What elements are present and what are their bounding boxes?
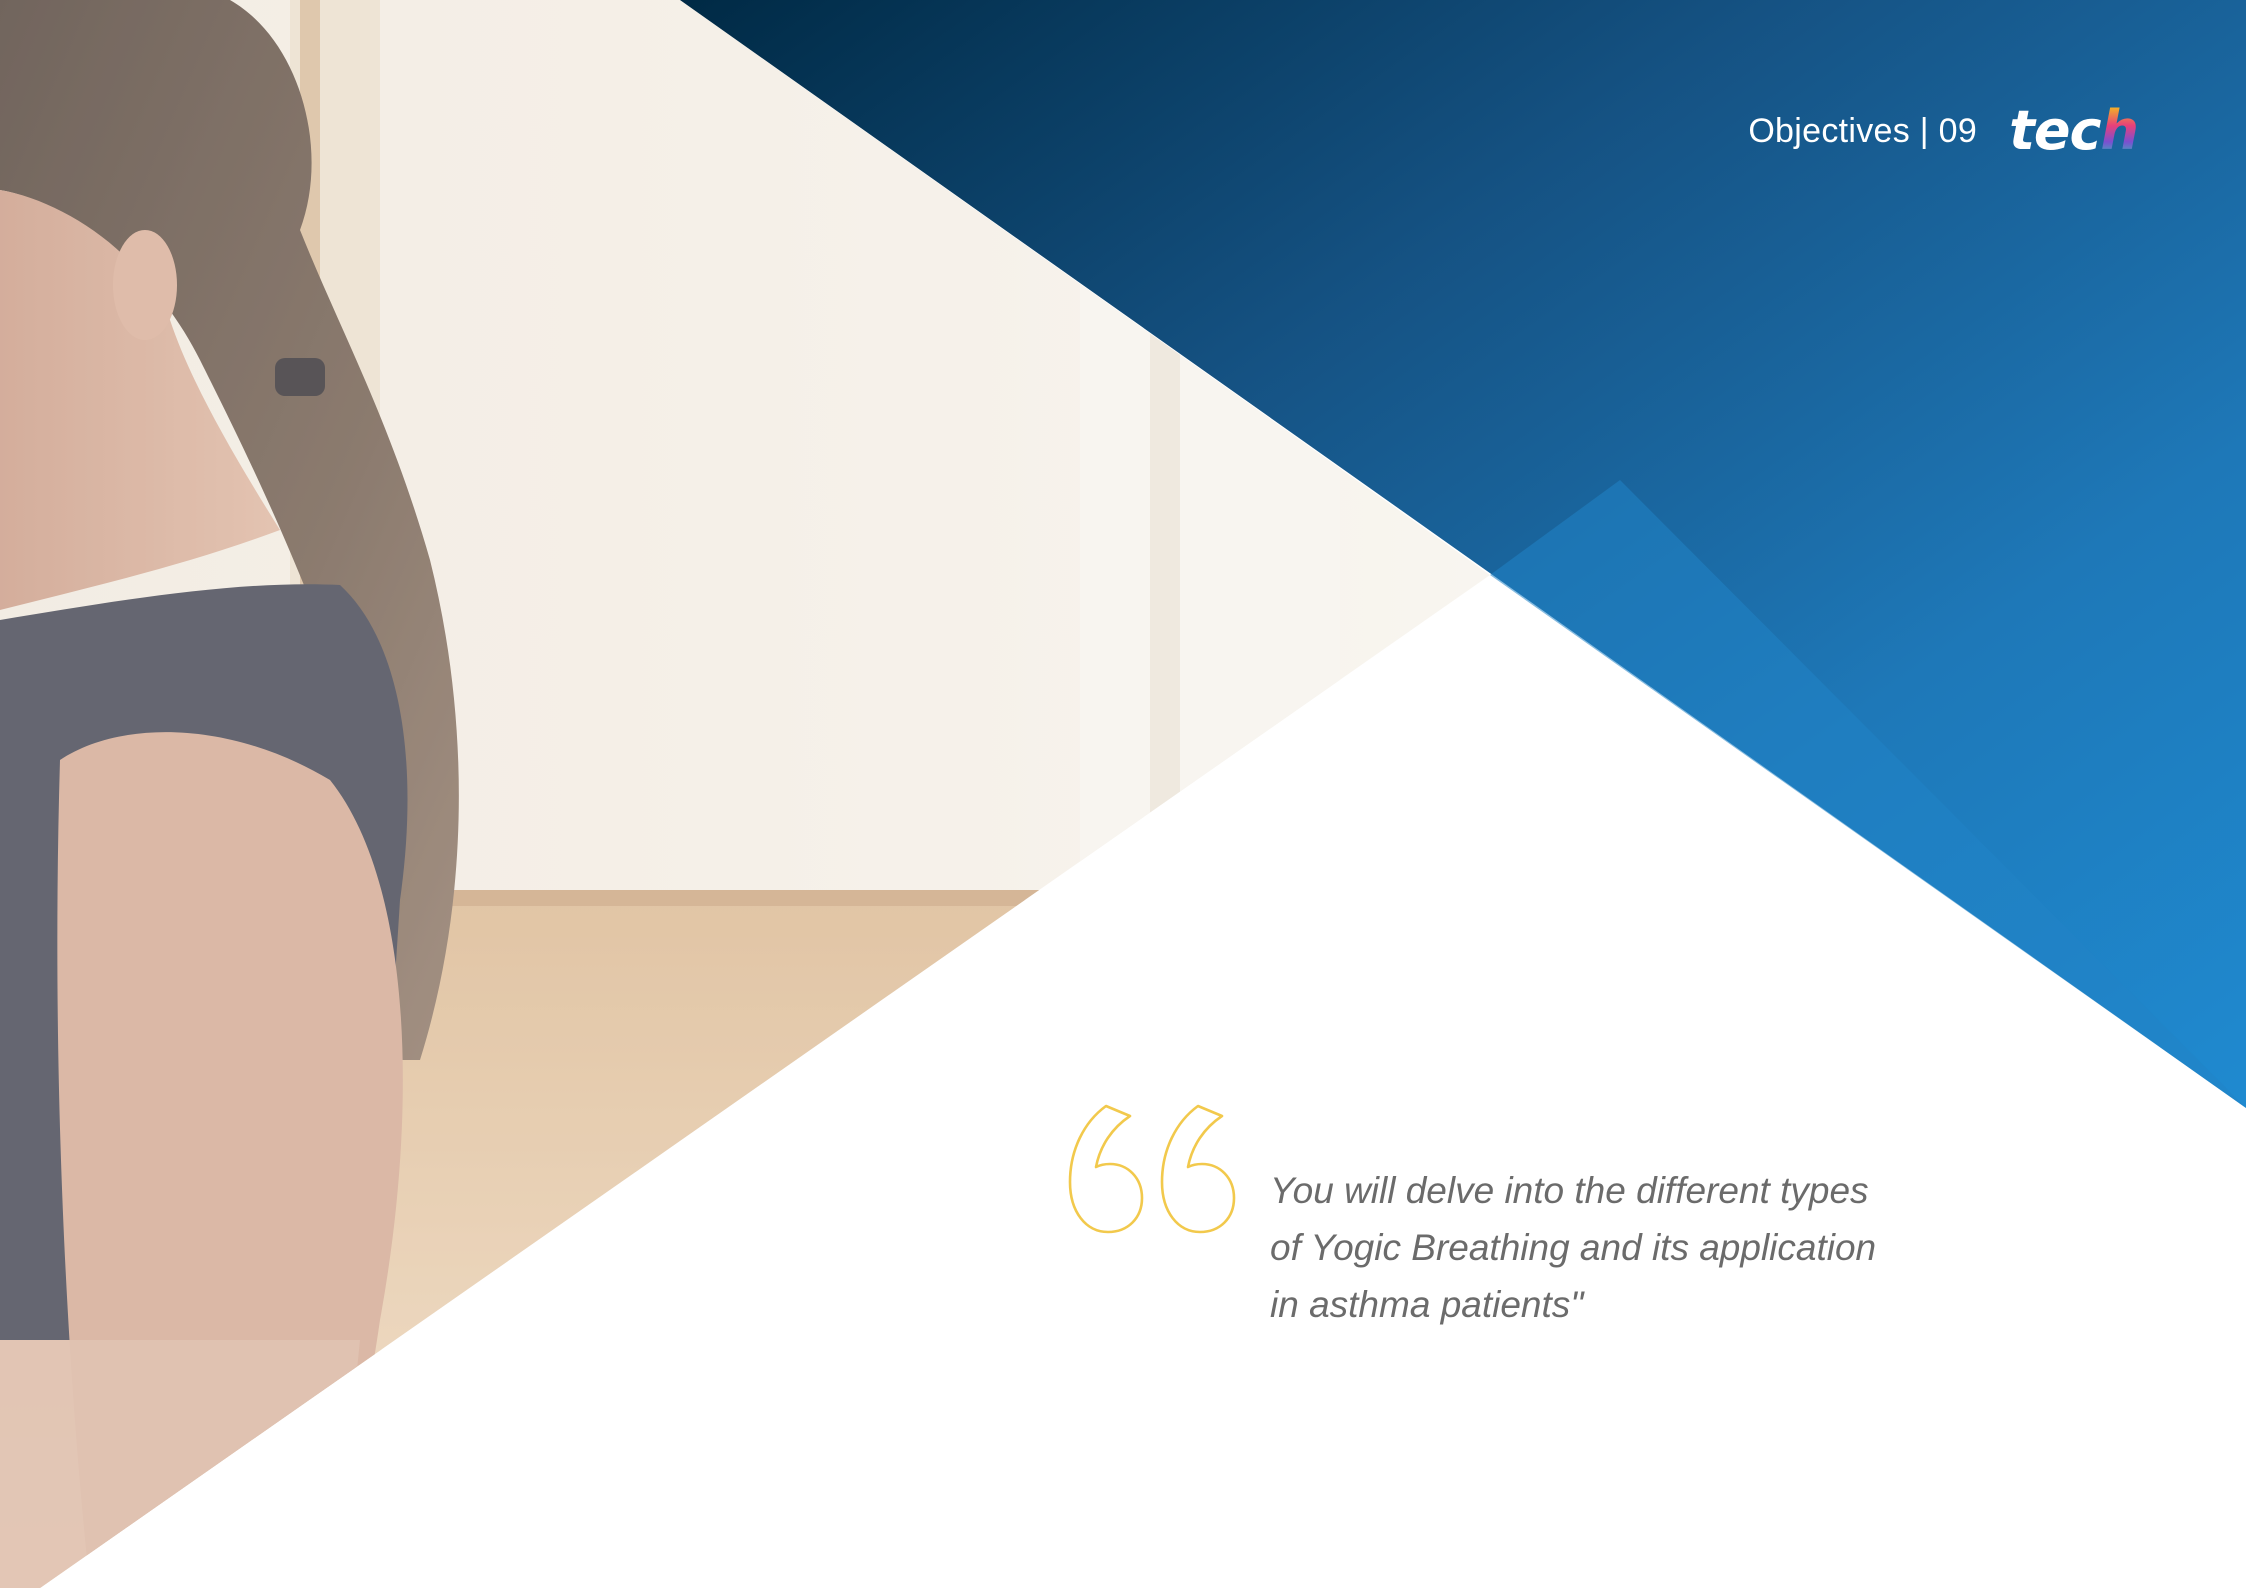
open-quote-outline-icon [1068,1104,1236,1234]
logo-text-main: tec [2009,99,2101,162]
background-graphics [0,0,2246,1588]
section-label: Objectives | 09 [1748,111,1978,150]
quote-line-3: in asthma patients" [1270,1284,1584,1325]
quote-line-1: You will delve into the different types [1270,1170,1869,1211]
brochure-page: Objectives | 09 tec h You will delve into… [0,0,2246,1588]
quote-text: You will delve into the different types … [1270,1162,1910,1333]
logo-text-accent: h [2100,99,2139,162]
page-header: Objectives | 09 tec h [1748,99,2139,162]
tech-logo: tec h [2009,99,2139,162]
quote-line-2: of Yogic Breathing and its application [1270,1227,1877,1268]
